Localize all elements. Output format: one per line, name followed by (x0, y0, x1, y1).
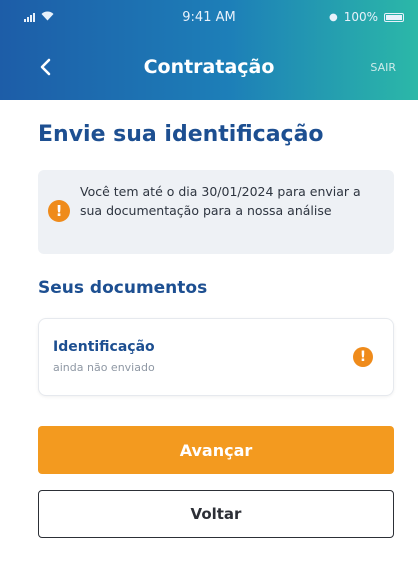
back-button[interactable]: Voltar (38, 490, 394, 538)
contract-screen: 9:41 AM ● 100% Contratação SAIR Envie su… (0, 0, 418, 571)
exit-button[interactable]: SAIR (370, 61, 396, 74)
warning-icon: ! (353, 347, 373, 367)
document-card-identification[interactable]: Identificação ainda não enviado ! (38, 318, 394, 396)
document-name: Identificação (53, 339, 155, 355)
nav-title: Contratação (143, 56, 275, 78)
status-right: ● 100% (329, 10, 404, 24)
documents-section-title: Seus documentos (38, 278, 208, 298)
deadline-notice: ! Você tem até o dia 30/01/2024 para env… (38, 170, 394, 254)
nav-bar: Contratação SAIR (0, 44, 418, 92)
alarm-icon: ● (328, 11, 338, 23)
page-title: Envie sua identificação (38, 122, 324, 147)
next-button[interactable]: Avançar (38, 426, 394, 474)
notice-text: Você tem até o dia 30/01/2024 para envia… (80, 184, 361, 218)
header: 9:41 AM ● 100% Contratação SAIR (0, 0, 418, 100)
status-bar: 9:41 AM ● 100% (0, 0, 418, 34)
warning-icon: ! (48, 200, 70, 222)
document-status: ainda não enviado (53, 361, 155, 374)
battery-icon (384, 12, 404, 22)
battery-percent: 100% (343, 10, 378, 24)
